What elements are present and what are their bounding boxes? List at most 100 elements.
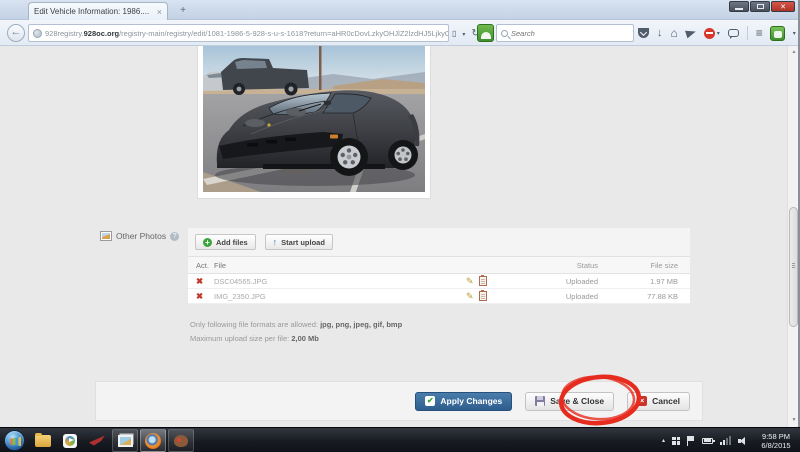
toolbar-separator [746, 26, 748, 40]
apply-changes-label: Apply Changes [440, 396, 503, 406]
new-tab-button[interactable]: + [174, 5, 192, 18]
media-player-icon [63, 433, 77, 448]
adblock-stop-icon [703, 27, 715, 39]
minimize-icon [735, 7, 743, 10]
file-status: Uploaded [565, 291, 598, 301]
main-photo-frame [197, 46, 431, 199]
copy-icon[interactable] [478, 275, 487, 286]
cancel-x-icon: × [637, 396, 648, 406]
tab-close-icon[interactable]: × [157, 7, 162, 16]
photos-icon [100, 231, 112, 241]
firefox-icon [145, 432, 161, 449]
tray-clock[interactable]: 9:58 PM 6/8/2015 [755, 432, 797, 450]
file-row: ✖ DSC04565.JPG ✎ Uploaded 1.97 MB [188, 274, 690, 289]
header-act: Act. [196, 260, 209, 270]
search-box[interactable] [496, 24, 634, 42]
formats-note: Only following file formats are allowed:… [190, 320, 403, 329]
addon-menu-icon[interactable] [769, 25, 785, 41]
clock-date: 6/8/2015 [761, 440, 791, 450]
header-file: File [214, 260, 227, 270]
max-size-note: Maximum upload size per file: 2,00 Mb [190, 334, 319, 343]
edit-icon[interactable]: ✎ [466, 276, 474, 287]
vehicle-photo [203, 46, 425, 192]
taskbar-photo-viewer-button[interactable] [112, 429, 138, 452]
cancel-label: Cancel [652, 396, 680, 406]
add-files-button[interactable]: + Add files [195, 234, 256, 250]
toolbar-icons: ↓ ⌂ ▾ ≡ ▾ [638, 25, 796, 41]
save-close-label: Save & Close [550, 396, 605, 406]
search-input[interactable] [511, 28, 629, 38]
uploader-toolbar: + Add files ↑ Start upload [188, 228, 690, 256]
add-files-label: Add files [216, 237, 248, 247]
paint-icon [174, 434, 188, 447]
scrollbar-thumb[interactable] [789, 207, 798, 327]
browser-tab[interactable]: Edit Vehicle Information: 1986.... × [28, 2, 168, 20]
url-text: 928registry.928oc.org/registry-main/regi… [45, 28, 448, 38]
tray-network-icon[interactable] [720, 436, 731, 445]
file-size: 1.97 MB [650, 276, 678, 286]
formats-list: jpg, png, jpeg, gif, bmp [320, 320, 403, 329]
back-button[interactable]: ← [7, 24, 25, 42]
taskbar-paint-button[interactable] [168, 429, 194, 452]
save-icon [535, 396, 546, 406]
delete-file-icon[interactable]: ✖ [196, 276, 203, 286]
other-photos-field: Other Photos ? [100, 231, 180, 241]
taskbar-media-player-button[interactable] [57, 429, 83, 452]
share-icon[interactable] [684, 27, 697, 39]
addon-icon[interactable] [477, 24, 494, 42]
save-close-button[interactable]: Save & Close [525, 391, 615, 411]
taskbar-rog-button[interactable] [84, 429, 110, 452]
maximize-icon [756, 4, 764, 9]
tray-flag-icon[interactable] [687, 435, 695, 446]
tray-speaker-icon[interactable] [738, 436, 748, 445]
photo-viewer-icon [117, 434, 133, 447]
uploader-footer [188, 304, 690, 318]
adblock-icon[interactable]: ▾ [703, 27, 720, 39]
action-bar: ✔ Apply Changes Save & Close × Cancel [95, 381, 703, 421]
add-icon: + [203, 237, 212, 247]
adblock-caret-icon: ▾ [716, 30, 720, 37]
help-icon[interactable]: ? [170, 231, 180, 241]
minimize-button[interactable] [729, 1, 749, 12]
cancel-button[interactable]: × Cancel [627, 391, 690, 411]
header-size: File size [650, 260, 678, 270]
rog-icon [89, 435, 105, 446]
menu-icon[interactable]: ≡ [756, 26, 763, 40]
addon-caret-icon[interactable]: ▾ [793, 30, 796, 37]
folder-icon [35, 432, 51, 447]
bookmark-dropdown-icon[interactable]: ▾ [462, 31, 465, 38]
pocket-icon[interactable] [638, 28, 649, 38]
window-controls: ✕ [729, 1, 795, 12]
file-name: DSC04565.JPG [214, 276, 268, 286]
url-bar[interactable]: 928registry.928oc.org/registry-main/regi… [28, 24, 449, 42]
start-upload-label: Start upload [281, 237, 325, 247]
maximize-button[interactable] [750, 1, 770, 12]
downloads-icon[interactable]: ↓ [657, 25, 663, 41]
file-row: ✖ IMG_2350.JPG ✎ Uploaded 77.88 KB [188, 289, 690, 304]
file-status: Uploaded [565, 276, 598, 286]
file-name: IMG_2350.JPG [214, 291, 266, 301]
apply-changes-button[interactable]: ✔ Apply Changes [415, 391, 513, 411]
max-size-value: 2,00 Mb [291, 334, 319, 343]
home-icon[interactable]: ⌂ [671, 25, 678, 41]
taskbar-firefox-button[interactable] [140, 429, 166, 452]
upload-arrow-icon: ↑ [272, 236, 278, 247]
file-table-header: Act. File Status File size [188, 256, 690, 274]
close-button[interactable]: ✕ [771, 1, 795, 12]
tray-battery-icon[interactable] [702, 437, 715, 444]
delete-file-icon[interactable]: ✖ [196, 291, 203, 301]
start-upload-button[interactable]: ↑ Start upload [264, 234, 333, 250]
clock-time: 9:58 PM [762, 431, 790, 441]
taskbar-explorer-button[interactable] [30, 429, 56, 452]
browser-tab-strip: Edit Vehicle Information: 1986.... × + ✕ [0, 0, 800, 20]
edit-icon[interactable]: ✎ [466, 291, 474, 302]
copy-icon[interactable] [478, 290, 487, 301]
start-button[interactable] [4, 430, 25, 451]
check-icon: ✔ [425, 396, 436, 406]
tray-windows-icon[interactable] [672, 436, 680, 445]
reader-mode-icon[interactable]: ▯ [452, 26, 456, 42]
site-globe-icon [33, 28, 42, 38]
other-photos-label: Other Photos [116, 231, 167, 241]
tray-expand-icon[interactable]: ▴ [662, 437, 665, 444]
chat-icon[interactable] [727, 29, 739, 39]
